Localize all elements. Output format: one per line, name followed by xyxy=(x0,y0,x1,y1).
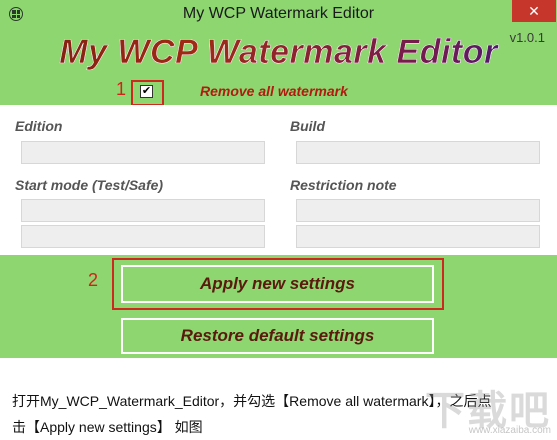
build-label: Build xyxy=(290,118,325,134)
close-button[interactable]: ✕ xyxy=(512,0,556,22)
restriction-note-field-1[interactable] xyxy=(296,199,540,222)
edition-field[interactable] xyxy=(21,141,265,164)
start-mode-field-2[interactable] xyxy=(21,225,265,248)
restriction-note-field-2[interactable] xyxy=(296,225,540,248)
app-window: My WCP Watermark Editor ✕ My WCP Waterma… xyxy=(0,0,557,358)
start-mode-field-1[interactable] xyxy=(21,199,265,222)
restriction-note-label: Restriction note xyxy=(290,177,397,193)
edition-label: Edition xyxy=(15,118,63,134)
annotation-step-2: 2 xyxy=(88,270,99,290)
window-title: My WCP Watermark Editor xyxy=(182,5,375,22)
app-header-title: My WCP Watermark Editor xyxy=(0,33,557,72)
annotation-step-1: 1 xyxy=(116,79,127,99)
start-mode-label: Start mode (Test/Safe) xyxy=(15,177,164,193)
restore-defaults-button[interactable]: Restore default settings xyxy=(121,318,434,354)
title-bar[interactable]: My WCP Watermark Editor ✕ xyxy=(0,0,557,30)
version-label: v1.0.1 xyxy=(509,30,545,45)
remove-watermark-checkbox[interactable]: ✔ xyxy=(140,85,153,98)
remove-watermark-label[interactable]: Remove all watermark xyxy=(200,83,348,99)
build-field[interactable] xyxy=(296,141,540,164)
apply-settings-button[interactable]: Apply new settings xyxy=(121,265,434,303)
settings-panel: Edition Build Start mode (Test/Safe) Res… xyxy=(0,105,557,255)
site-watermark-url: www.xiazaiba.com xyxy=(468,425,551,436)
